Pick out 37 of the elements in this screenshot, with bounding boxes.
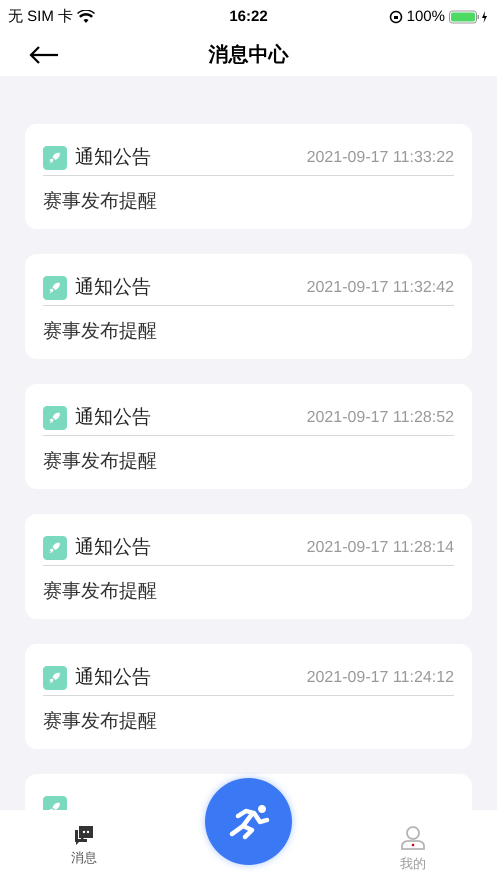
message-time: 2021-09-17 11:24:12 [306,668,454,688]
message-time: 2021-09-17 11:32:42 [306,278,454,298]
message-card[interactable]: 通知公告 2021-09-17 11:28:52 赛事发布提醒 [25,384,472,489]
message-card[interactable]: 通知公告 2021-09-17 11:24:12 赛事发布提醒 [25,644,472,749]
message-time: 2021-09-17 11:33:22 [306,148,454,168]
page-title: 消息中心 [208,42,288,68]
battery-percent: 100% [406,6,445,27]
wifi-icon [77,10,96,24]
chat-bubbles-icon [73,824,95,846]
run-button[interactable] [205,778,292,865]
category-title: 通知公告 [75,276,151,300]
message-card[interactable]: 通知公告 2021-09-17 11:33:22 赛事发布提醒 [25,124,472,229]
rocket-icon [43,536,67,560]
person-icon [399,824,427,852]
message-card[interactable]: 通知公告 2021-09-17 11:28:14 赛事发布提醒 [25,514,472,619]
message-time: 2021-09-17 11:28:52 [306,408,454,428]
clock-text: 16:22 [229,6,268,27]
category-title: 通知公告 [75,536,151,560]
carrier-text: 无 SIM 卡 [8,6,74,27]
message-text: 赛事发布提醒 [43,450,158,474]
battery-icon [449,10,489,24]
rocket-icon [43,276,67,300]
rotation-lock-icon [388,10,403,24]
message-text: 赛事发布提醒 [43,710,158,734]
rocket-icon [43,146,67,170]
category-title: 通知公告 [75,146,151,170]
category-title: 通知公告 [75,406,151,430]
message-text: 赛事发布提醒 [43,580,158,604]
message-time: 2021-09-17 11:28:14 [306,538,454,558]
back-arrow-icon [29,46,59,64]
rocket-icon [43,406,67,430]
message-text: 赛事发布提醒 [43,320,158,344]
rocket-icon [43,666,67,690]
tab-item[interactable]: 消息 [60,824,108,868]
message-card[interactable]: 通知公告 2021-09-17 11:32:42 赛事发布提醒 [25,254,472,359]
category-title: 通知公告 [75,666,151,690]
message-text: 赛事发布提醒 [43,190,158,214]
